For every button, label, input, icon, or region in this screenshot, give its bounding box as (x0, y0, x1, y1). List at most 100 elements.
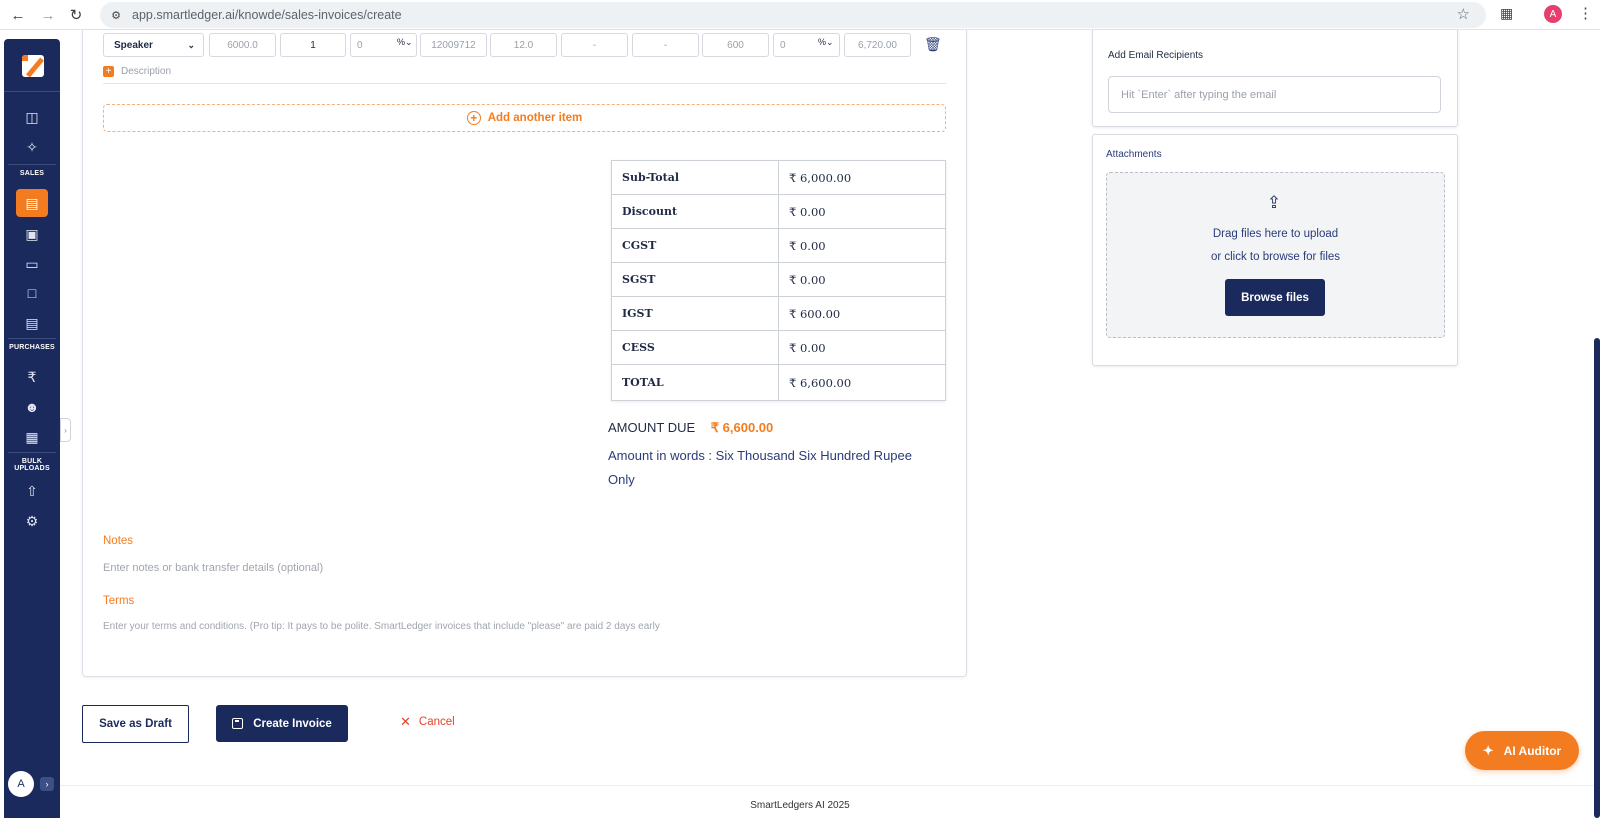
wallet-icon[interactable]: ▣ (20, 222, 44, 246)
app-logo[interactable] (22, 55, 44, 77)
plus-icon: + (103, 66, 114, 77)
sidebar-section-sales: SALES (19, 170, 45, 177)
sidebar-section-purchases: PURCHASES (9, 344, 55, 351)
apps-grid-icon[interactable]: ▦ (20, 425, 44, 449)
totals-row: Discount ₹ 0.00 (611, 194, 946, 229)
totals-value: ₹ 600.00 (778, 296, 946, 331)
expand-sidebar-icon[interactable]: › (40, 777, 54, 791)
totals-label: IGST (611, 296, 779, 331)
upload-arrow-icon: ⇪ (1266, 193, 1282, 212)
footer-text: SmartLedgers AI 2025 (750, 800, 850, 811)
totals-value: ₹ 6,600.00 (778, 364, 946, 401)
add-another-item-button[interactable]: + Add another item (103, 104, 946, 132)
totals-label: Sub-Total (611, 160, 779, 195)
amount-due-label: AMOUNT DUE (608, 420, 696, 435)
back-icon[interactable]: ← (8, 5, 28, 25)
vendors-icon[interactable]: ☻ (20, 395, 44, 419)
reload-icon[interactable]: ↻ (66, 5, 86, 25)
totals-row: IGST ₹ 600.00 (611, 296, 946, 331)
description-label: Description (121, 66, 172, 77)
item-select[interactable]: Speaker ⌄ (103, 33, 204, 57)
browser-menu-icon[interactable]: ⋮ (1578, 4, 1593, 22)
totals-value: ₹ 6,000.00 (778, 160, 946, 195)
terms-input[interactable]: Enter your terms and conditions. (Pro ti… (103, 621, 660, 632)
rate-input[interactable]: 6000.0 (209, 33, 276, 57)
cancel-button[interactable]: ✕ Cancel (400, 714, 455, 730)
browser-toolbar: ← → ↻ ⚙ app.smartledger.ai/knowde/sales-… (0, 0, 1600, 30)
igst-input[interactable]: 600 (702, 33, 769, 57)
cess-unit-select[interactable]: %⌄ (818, 37, 834, 48)
site-info-icon[interactable]: ⚙ (106, 5, 126, 25)
upload-icon[interactable]: ⇧ (20, 479, 44, 503)
chevron-down-icon: ⌄ (187, 39, 195, 50)
user-avatar[interactable]: A (8, 771, 34, 797)
browser-profile-avatar[interactable]: A (1544, 5, 1562, 23)
cancel-label: Cancel (418, 716, 455, 728)
archive-icon[interactable]: ▤ (20, 311, 44, 335)
settings-gear-icon[interactable]: ⚙ (20, 509, 44, 533)
amount-field: 6,720.00 (844, 33, 911, 57)
save-as-draft-button[interactable]: Save as Draft (82, 705, 189, 743)
hsn-input[interactable]: 12009712 (420, 33, 487, 57)
sidebar-divider (8, 452, 56, 453)
quantity-input[interactable]: 1 (280, 33, 346, 57)
add-item-label: Add another item (487, 112, 583, 124)
forward-icon[interactable]: → (38, 5, 58, 25)
page-scrollbar[interactable] (1594, 338, 1600, 818)
totals-value: ₹ 0.00 (778, 262, 946, 297)
totals-label: TOTAL (611, 364, 779, 401)
totals-row: CESS ₹ 0.00 (611, 330, 946, 365)
browse-files-text: or click to browse for files (1210, 251, 1341, 263)
collapse-sidebar-handle[interactable]: › (60, 418, 71, 442)
totals-label: CESS (611, 330, 779, 365)
totals-table: Sub-Total ₹ 6,000.00 Discount ₹ 0.00 CGST ₹ 0… (611, 160, 946, 401)
discount-value: 0 (357, 39, 363, 51)
notes-label: Notes (103, 535, 134, 547)
create-invoice-button[interactable]: Create Invoice (216, 705, 348, 742)
extensions-icon[interactable]: ▦ (1500, 5, 1513, 22)
delete-item-icon[interactable]: 🗑 (924, 36, 942, 52)
ai-auditor-label: AI Auditor (1503, 743, 1562, 758)
browse-files-button[interactable]: Browse files (1225, 279, 1325, 316)
totals-value: ₹ 0.00 (778, 228, 946, 263)
address-bar[interactable]: ⚙ app.smartledger.ai/knowde/sales-invoic… (100, 2, 1486, 28)
footer-divider (60, 785, 1600, 786)
totals-row: SGST ₹ 0.00 (611, 262, 946, 297)
totals-value: ₹ 0.00 (778, 194, 946, 229)
bookmark-star-icon[interactable]: ☆ (1457, 5, 1470, 23)
row-divider (103, 83, 946, 84)
discount-unit-select[interactable]: %⌄ (397, 37, 413, 48)
dashboard-icon[interactable]: ◫ (20, 105, 44, 129)
sidebar-divider (8, 338, 56, 339)
totals-row: Sub-Total ₹ 6,000.00 (611, 160, 946, 195)
drag-files-text: Drag files here to upload (1212, 228, 1339, 240)
rupee-bill-icon[interactable]: ₹ (20, 365, 44, 389)
sidebar-divider (4, 91, 60, 92)
ai-auditor-button[interactable]: ✦ AI Auditor (1465, 731, 1579, 770)
terms-label: Terms (103, 595, 135, 607)
tax-rate-input[interactable]: 12.0 (490, 33, 557, 57)
email-recipients-input[interactable]: Hit `Enter` after typing the email (1108, 76, 1441, 113)
amount-due: AMOUNT DUE ₹ 6,600.00 (608, 420, 773, 436)
email-recipients-title: Add Email Recipients (1108, 50, 1204, 61)
sidebar-section-bulk-uploads: BULK UPLOADS (14, 458, 50, 472)
add-description[interactable]: + Description (103, 66, 171, 77)
sales-invoices-icon[interactable]: ▤ (16, 189, 48, 217)
totals-label: SGST (611, 262, 779, 297)
discount-unit-label: % (397, 37, 406, 47)
folder-icon[interactable]: □ (20, 281, 44, 305)
add-circle-icon: + (466, 111, 481, 125)
notes-input[interactable]: Enter notes or bank transfer details (op… (103, 562, 323, 574)
ai-sparkle-icon[interactable]: ✧ (20, 135, 44, 159)
totals-label: Discount (611, 194, 779, 229)
amount-in-words: Amount in words : Six Thousand Six Hundr… (608, 448, 912, 487)
sidebar: ◫ ✧ SALES ▤ ▣ ▭ □ ▤ PURCHASES ₹ ☻ ▦ BULK… (4, 39, 60, 818)
totals-row: CGST ₹ 0.00 (611, 228, 946, 263)
url-text: app.smartledger.ai/knowde/sales-invoices… (132, 8, 402, 22)
cgst-input[interactable]: - (561, 33, 628, 57)
sgst-input[interactable]: - (632, 33, 699, 57)
document-icon[interactable]: ▭ (20, 252, 44, 276)
amount-due-value: ₹ 6,600.00 (710, 420, 774, 435)
totals-row: TOTAL ₹ 6,600.00 (611, 364, 946, 401)
create-invoice-label: Create Invoice (253, 717, 332, 730)
